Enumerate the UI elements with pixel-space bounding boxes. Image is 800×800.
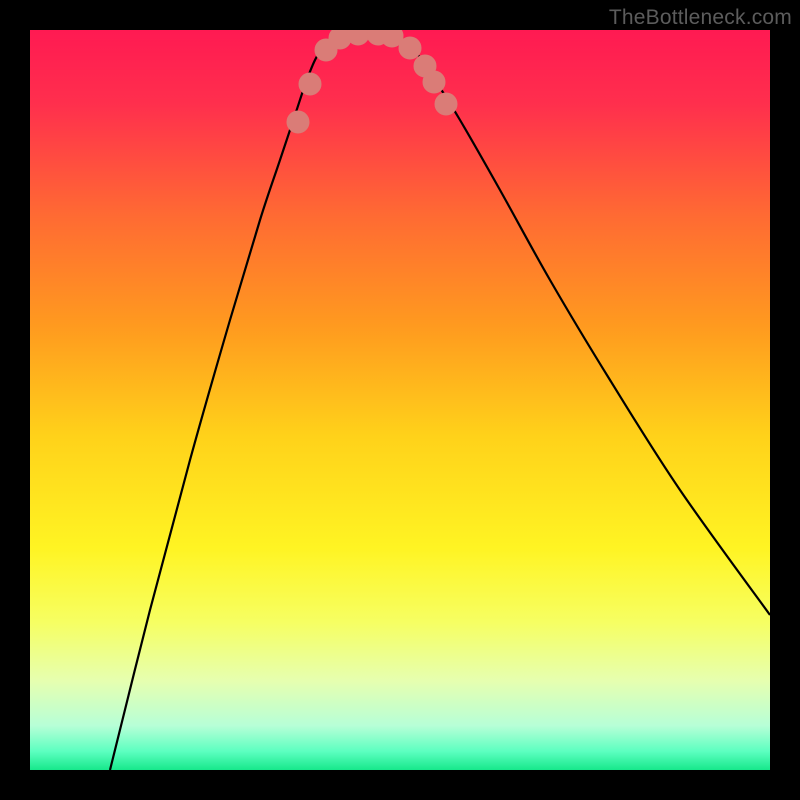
gradient-background: [30, 30, 770, 770]
bottleneck-chart: [30, 30, 770, 770]
curve-marker: [423, 71, 445, 93]
watermark-text: TheBottleneck.com: [609, 6, 792, 30]
curve-marker: [287, 111, 309, 133]
outer-frame: TheBottleneck.com: [0, 0, 800, 800]
plot-area: [30, 30, 770, 770]
curve-marker: [299, 73, 321, 95]
curve-marker: [435, 93, 457, 115]
curve-marker: [399, 37, 421, 59]
